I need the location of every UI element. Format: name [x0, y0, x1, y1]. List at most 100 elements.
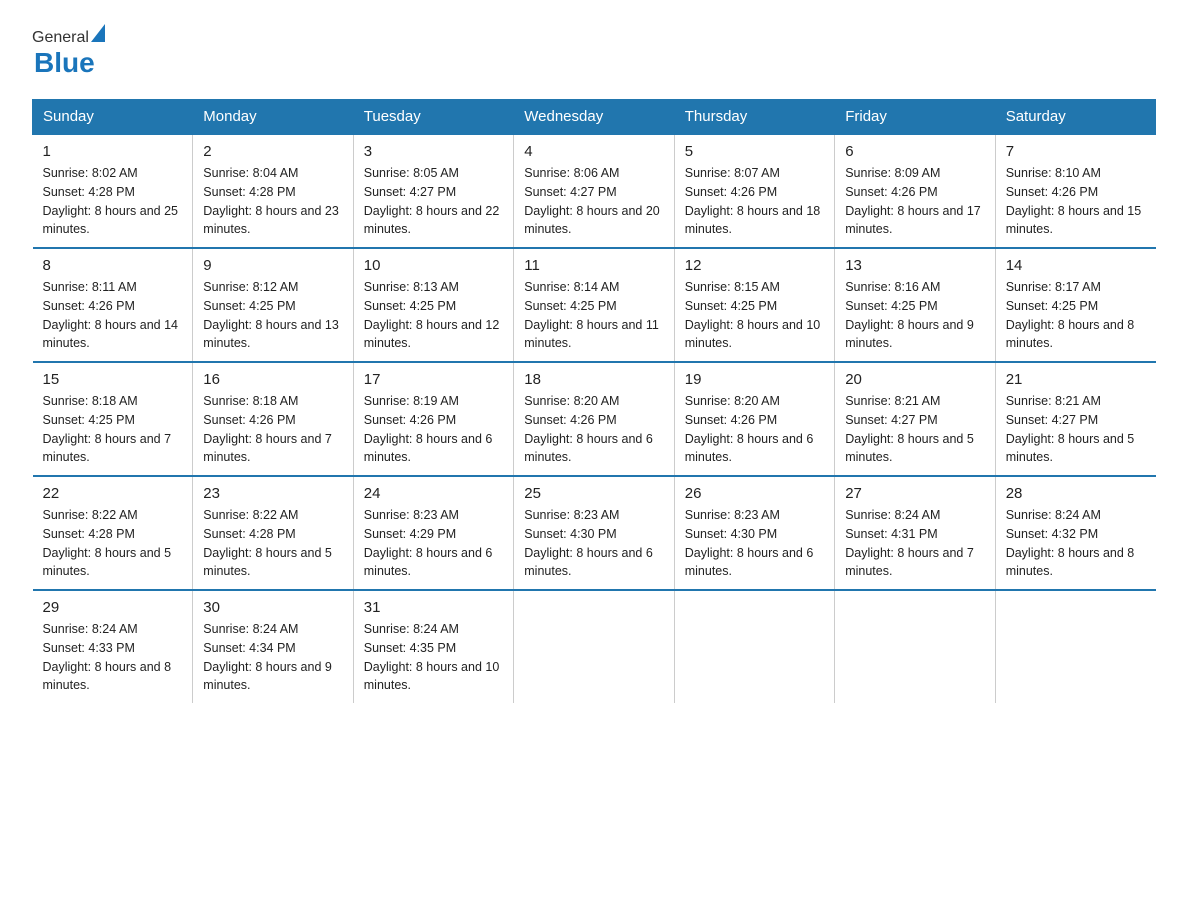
day-cell-11: 11Sunrise: 8:14 AMSunset: 4:25 PMDayligh…: [514, 248, 674, 362]
day-info: Sunrise: 8:12 AMSunset: 4:25 PMDaylight:…: [203, 278, 342, 353]
day-cell-29: 29 Sunrise: 8:24 AMSunset: 4:33 PMDayligh…: [33, 590, 193, 703]
day-info: Sunrise: 8:10 AMSunset: 4:26 PMDaylight:…: [1006, 164, 1146, 239]
day-cell-23: 23Sunrise: 8:22 AMSunset: 4:28 PMDayligh…: [193, 476, 353, 590]
day-cell-14: 14Sunrise: 8:17 AMSunset: 4:25 PMDayligh…: [995, 248, 1155, 362]
week-row-1: 1 Sunrise: 8:02 AMSunset: 4:28 PMDaylight…: [33, 134, 1156, 248]
day-info: Sunrise: 8:19 AMSunset: 4:26 PMDaylight:…: [364, 392, 503, 467]
day-number: 15: [43, 371, 183, 388]
day-info: Sunrise: 8:20 AMSunset: 4:26 PMDaylight:…: [685, 392, 824, 467]
day-cell-27: 27 Sunrise: 8:24 AMSunset: 4:31 PMDayligh…: [835, 476, 995, 590]
day-number: 31: [364, 599, 503, 616]
day-number: 4: [524, 143, 663, 160]
day-cell-21: 21 Sunrise: 8:21 AMSunset: 4:27 PMDayligh…: [995, 362, 1155, 476]
day-number: 3: [364, 143, 503, 160]
week-row-4: 22 Sunrise: 8:22 AMSunset: 4:28 PMDayligh…: [33, 476, 1156, 590]
day-cell-19: 19 Sunrise: 8:20 AMSunset: 4:26 PMDayligh…: [674, 362, 834, 476]
day-number: 19: [685, 371, 824, 388]
day-info: Sunrise: 8:24 AMSunset: 4:35 PMDaylight:…: [364, 620, 503, 695]
day-number: 27: [845, 485, 984, 502]
day-number: 7: [1006, 143, 1146, 160]
page-header: General Blue: [32, 24, 1156, 79]
day-cell-8: 8 Sunrise: 8:11 AMSunset: 4:26 PMDaylight…: [33, 248, 193, 362]
day-info: Sunrise: 8:15 AMSunset: 4:25 PMDaylight:…: [685, 278, 824, 353]
logo: General Blue: [32, 24, 105, 79]
logo-triangle-icon: [91, 24, 105, 42]
day-number: 21: [1006, 371, 1146, 388]
day-info: Sunrise: 8:07 AMSunset: 4:26 PMDaylight:…: [685, 164, 824, 239]
day-info: Sunrise: 8:16 AMSunset: 4:25 PMDaylight:…: [845, 278, 984, 353]
day-info: Sunrise: 8:24 AMSunset: 4:34 PMDaylight:…: [203, 620, 342, 695]
day-number: 17: [364, 371, 503, 388]
empty-cell: [514, 590, 674, 703]
day-info: Sunrise: 8:05 AMSunset: 4:27 PMDaylight:…: [364, 164, 503, 239]
day-info: Sunrise: 8:09 AMSunset: 4:26 PMDaylight:…: [845, 164, 984, 239]
empty-cell: [674, 590, 834, 703]
day-cell-30: 30Sunrise: 8:24 AMSunset: 4:34 PMDayligh…: [193, 590, 353, 703]
day-number: 24: [364, 485, 503, 502]
day-cell-12: 12 Sunrise: 8:15 AMSunset: 4:25 PMDayligh…: [674, 248, 834, 362]
day-info: Sunrise: 8:24 AMSunset: 4:33 PMDaylight:…: [43, 620, 183, 695]
day-cell-17: 17 Sunrise: 8:19 AMSunset: 4:26 PMDayligh…: [353, 362, 513, 476]
week-row-2: 8 Sunrise: 8:11 AMSunset: 4:26 PMDaylight…: [33, 248, 1156, 362]
day-cell-1: 1 Sunrise: 8:02 AMSunset: 4:28 PMDaylight…: [33, 134, 193, 248]
day-number: 12: [685, 257, 824, 274]
day-number: 18: [524, 371, 663, 388]
day-cell-5: 5Sunrise: 8:07 AMSunset: 4:26 PMDaylight…: [674, 134, 834, 248]
weekday-header-tuesday: Tuesday: [353, 100, 513, 135]
day-info: Sunrise: 8:24 AMSunset: 4:32 PMDaylight:…: [1006, 506, 1146, 581]
weekday-header-wednesday: Wednesday: [514, 100, 674, 135]
day-number: 16: [203, 371, 342, 388]
day-info: Sunrise: 8:21 AMSunset: 4:27 PMDaylight:…: [1006, 392, 1146, 467]
day-cell-2: 2 Sunrise: 8:04 AMSunset: 4:28 PMDaylight…: [193, 134, 353, 248]
day-number: 9: [203, 257, 342, 274]
day-info: Sunrise: 8:04 AMSunset: 4:28 PMDaylight:…: [203, 164, 342, 239]
day-cell-28: 28 Sunrise: 8:24 AMSunset: 4:32 PMDayligh…: [995, 476, 1155, 590]
day-cell-31: 31 Sunrise: 8:24 AMSunset: 4:35 PMDayligh…: [353, 590, 513, 703]
day-cell-18: 18 Sunrise: 8:20 AMSunset: 4:26 PMDayligh…: [514, 362, 674, 476]
day-cell-26: 26 Sunrise: 8:23 AMSunset: 4:30 PMDayligh…: [674, 476, 834, 590]
day-number: 29: [43, 599, 183, 616]
day-info: Sunrise: 8:22 AMSunset: 4:28 PMDaylight:…: [43, 506, 183, 581]
day-number: 8: [43, 257, 183, 274]
day-cell-15: 15 Sunrise: 8:18 AMSunset: 4:25 PMDayligh…: [33, 362, 193, 476]
day-info: Sunrise: 8:14 AMSunset: 4:25 PMDaylight:…: [524, 278, 663, 353]
day-number: 22: [43, 485, 183, 502]
logo-general-text: General: [32, 29, 89, 47]
day-number: 10: [364, 257, 503, 274]
weekday-header-friday: Friday: [835, 100, 995, 135]
calendar-table: SundayMondayTuesdayWednesdayThursdayFrid…: [32, 99, 1156, 703]
day-number: 28: [1006, 485, 1146, 502]
day-number: 20: [845, 371, 984, 388]
day-cell-24: 24 Sunrise: 8:23 AMSunset: 4:29 PMDayligh…: [353, 476, 513, 590]
weekday-header-thursday: Thursday: [674, 100, 834, 135]
day-number: 23: [203, 485, 342, 502]
day-cell-4: 4 Sunrise: 8:06 AMSunset: 4:27 PMDaylight…: [514, 134, 674, 248]
day-cell-22: 22 Sunrise: 8:22 AMSunset: 4:28 PMDayligh…: [33, 476, 193, 590]
day-info: Sunrise: 8:17 AMSunset: 4:25 PMDaylight:…: [1006, 278, 1146, 353]
day-info: Sunrise: 8:20 AMSunset: 4:26 PMDaylight:…: [524, 392, 663, 467]
weekday-header-monday: Monday: [193, 100, 353, 135]
day-info: Sunrise: 8:11 AMSunset: 4:26 PMDaylight:…: [43, 278, 183, 353]
day-cell-13: 13Sunrise: 8:16 AMSunset: 4:25 PMDayligh…: [835, 248, 995, 362]
day-cell-20: 20Sunrise: 8:21 AMSunset: 4:27 PMDayligh…: [835, 362, 995, 476]
day-info: Sunrise: 8:18 AMSunset: 4:25 PMDaylight:…: [43, 392, 183, 467]
day-info: Sunrise: 8:02 AMSunset: 4:28 PMDaylight:…: [43, 164, 183, 239]
weekday-header-row: SundayMondayTuesdayWednesdayThursdayFrid…: [33, 100, 1156, 135]
day-cell-7: 7 Sunrise: 8:10 AMSunset: 4:26 PMDaylight…: [995, 134, 1155, 248]
day-info: Sunrise: 8:23 AMSunset: 4:30 PMDaylight:…: [685, 506, 824, 581]
day-number: 2: [203, 143, 342, 160]
empty-cell: [835, 590, 995, 703]
day-number: 1: [43, 143, 183, 160]
day-info: Sunrise: 8:24 AMSunset: 4:31 PMDaylight:…: [845, 506, 984, 581]
empty-cell: [995, 590, 1155, 703]
day-cell-3: 3 Sunrise: 8:05 AMSunset: 4:27 PMDaylight…: [353, 134, 513, 248]
day-number: 26: [685, 485, 824, 502]
logo-blue-text: Blue: [34, 47, 95, 78]
day-info: Sunrise: 8:23 AMSunset: 4:30 PMDaylight:…: [524, 506, 663, 581]
day-info: Sunrise: 8:06 AMSunset: 4:27 PMDaylight:…: [524, 164, 663, 239]
day-cell-16: 16 Sunrise: 8:18 AMSunset: 4:26 PMDayligh…: [193, 362, 353, 476]
day-cell-6: 6Sunrise: 8:09 AMSunset: 4:26 PMDaylight…: [835, 134, 995, 248]
day-info: Sunrise: 8:23 AMSunset: 4:29 PMDaylight:…: [364, 506, 503, 581]
day-info: Sunrise: 8:18 AMSunset: 4:26 PMDaylight:…: [203, 392, 342, 467]
day-cell-9: 9 Sunrise: 8:12 AMSunset: 4:25 PMDaylight…: [193, 248, 353, 362]
